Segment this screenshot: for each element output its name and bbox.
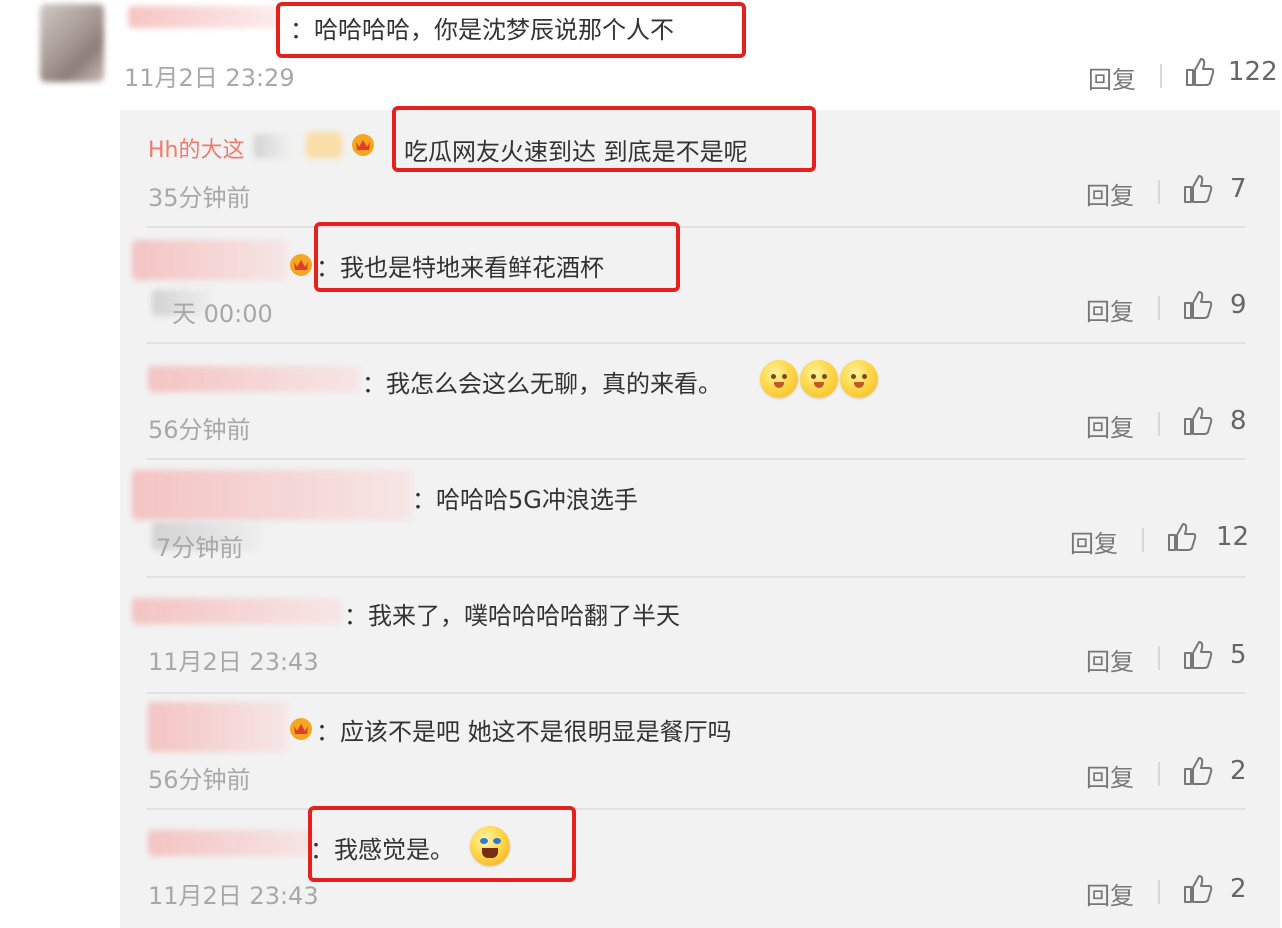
emoji-icon [470,826,510,866]
reply-time: 7分钟前 [156,534,244,562]
crown-badge-icon [352,134,374,156]
reply-text: 吃瓜网友火速到达 到底是不是呢 [404,138,748,166]
separator [146,226,1246,228]
reply-time: 56分钟前 [148,416,251,444]
reply-time: 天 00:00 [172,300,273,328]
username-blurred[interactable] [132,598,342,624]
username-blurred [254,134,288,158]
separator [146,342,1246,344]
emoji-icon [800,360,838,398]
emoji-icon [760,360,798,398]
reply-button[interactable]: 回复 [1086,642,1134,677]
reply-time: 11月2日 23:43 [148,648,319,676]
reply-button[interactable]: 回复 [1070,524,1118,559]
reply-time: 11月2日 23:43 [148,882,319,910]
separator [146,458,1246,460]
reply-time: 56分钟前 [148,766,251,794]
crown-badge-icon [290,718,312,740]
divider [1158,880,1160,904]
avatar[interactable] [40,4,104,82]
separator [146,576,1246,578]
like-count: 9 [1230,290,1247,320]
like-count: 2 [1230,756,1247,786]
thumbs-up-icon[interactable] [1182,405,1214,437]
comment-text: ：哈哈哈哈，你是沈梦辰说那个人不 [290,16,674,44]
reply-text: ：我来了，噗哈哈哈哈翻了半天 [344,602,680,630]
username-blurred[interactable] [132,240,288,280]
thumbs-up-icon[interactable] [1182,873,1214,905]
reply-text: ：应该不是吧 她这不是很明显是餐厅吗 [316,718,732,746]
emoji-icon [840,360,878,398]
like-count: 8 [1230,406,1247,436]
like-count: 12 [1216,522,1250,552]
username-blurred[interactable] [148,830,314,856]
reply-text: ：我怎么会这么无聊，真的来看。 [362,370,722,398]
reply-button[interactable]: 回复 [1088,60,1136,95]
reply-button[interactable]: 回复 [1086,758,1134,793]
reply-button[interactable]: 回复 [1086,176,1134,211]
username-blurred[interactable] [128,6,278,28]
crown-badge-icon [290,254,312,276]
divider [1160,64,1162,88]
badge-blurred [306,132,342,158]
reply-text: ：哈哈哈5G冲浪选手 [412,486,638,514]
username-blurred[interactable] [132,470,412,520]
username-blurred[interactable] [148,366,360,392]
reply-button[interactable]: 回复 [1086,876,1134,911]
thumbs-up-icon[interactable] [1182,639,1214,671]
thumbs-up-icon[interactable] [1182,289,1214,321]
reply-button[interactable]: 回复 [1086,408,1134,443]
like-count: 7 [1230,174,1247,204]
divider [1158,412,1160,436]
reply-text: ：我也是特地来看鲜花酒杯 [316,254,604,282]
comment-time: 11月2日 23:29 [124,64,295,92]
divider [1158,180,1160,204]
divider [1158,296,1160,320]
divider [1158,646,1160,670]
thumbs-up-icon[interactable] [1182,755,1214,787]
thumbs-up-icon[interactable] [1166,521,1198,553]
like-count: 5 [1230,640,1247,670]
username-blurred[interactable] [148,702,288,752]
like-count: 2 [1230,874,1247,904]
divider [1142,528,1144,552]
reply-username[interactable]: Hh的大这 [148,132,245,164]
thumbs-up-icon[interactable] [1184,56,1216,88]
like-count: 122 [1228,57,1278,87]
reply-text: ：我感觉是。 [310,836,454,864]
separator [146,692,1246,694]
thumbs-up-icon[interactable] [1182,173,1214,205]
reply-time: 35分钟前 [148,184,251,212]
divider [1158,762,1160,786]
reply-button[interactable]: 回复 [1086,292,1134,327]
